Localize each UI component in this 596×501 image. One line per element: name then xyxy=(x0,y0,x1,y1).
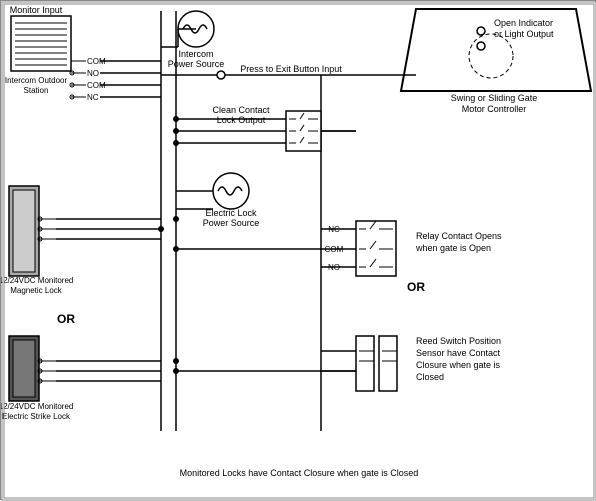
svg-text:Swing or Sliding Gate: Swing or Sliding Gate xyxy=(451,93,538,103)
svg-text:Closed: Closed xyxy=(416,372,444,382)
svg-text:Monitor Input: Monitor Input xyxy=(10,5,63,15)
svg-text:or Light Output: or Light Output xyxy=(494,29,554,39)
svg-text:NO: NO xyxy=(87,69,99,78)
svg-text:12/24VDC Monitored: 12/24VDC Monitored xyxy=(1,402,73,411)
svg-text:Relay Contact Opens: Relay Contact Opens xyxy=(416,231,502,241)
wiring-diagram: Monitor Input COM NO COM NC Intercom Out… xyxy=(0,0,596,500)
svg-text:Closure when gate is: Closure when gate is xyxy=(416,360,501,370)
svg-text:OR: OR xyxy=(57,312,75,326)
svg-text:when gate is Open: when gate is Open xyxy=(415,243,491,253)
svg-text:Sensor have Contact: Sensor have Contact xyxy=(416,348,501,358)
svg-text:Lock Output: Lock Output xyxy=(217,115,266,125)
svg-text:Electric Lock: Electric Lock xyxy=(205,208,257,218)
svg-text:Reed Switch Position: Reed Switch Position xyxy=(416,336,501,346)
svg-text:Motor Controller: Motor Controller xyxy=(462,104,527,114)
svg-text:OR: OR xyxy=(407,280,425,294)
svg-text:Monitored Locks have Contact C: Monitored Locks have Contact Closure whe… xyxy=(180,468,419,478)
svg-text:Intercom Outdoor: Intercom Outdoor xyxy=(5,76,68,85)
svg-text:Electric Strike Lock: Electric Strike Lock xyxy=(2,412,71,421)
svg-text:12/24VDC Monitored: 12/24VDC Monitored xyxy=(1,276,73,285)
svg-text:Open Indicator: Open Indicator xyxy=(494,18,553,28)
svg-text:Press to Exit Button Input: Press to Exit Button Input xyxy=(240,64,342,74)
svg-text:Clean Contact: Clean Contact xyxy=(212,105,270,115)
svg-text:NC: NC xyxy=(87,93,99,102)
svg-text:Power Source: Power Source xyxy=(203,218,260,228)
svg-text:Magnetic Lock: Magnetic Lock xyxy=(10,286,63,295)
svg-text:Station: Station xyxy=(24,86,49,95)
svg-text:Intercom: Intercom xyxy=(178,49,213,59)
